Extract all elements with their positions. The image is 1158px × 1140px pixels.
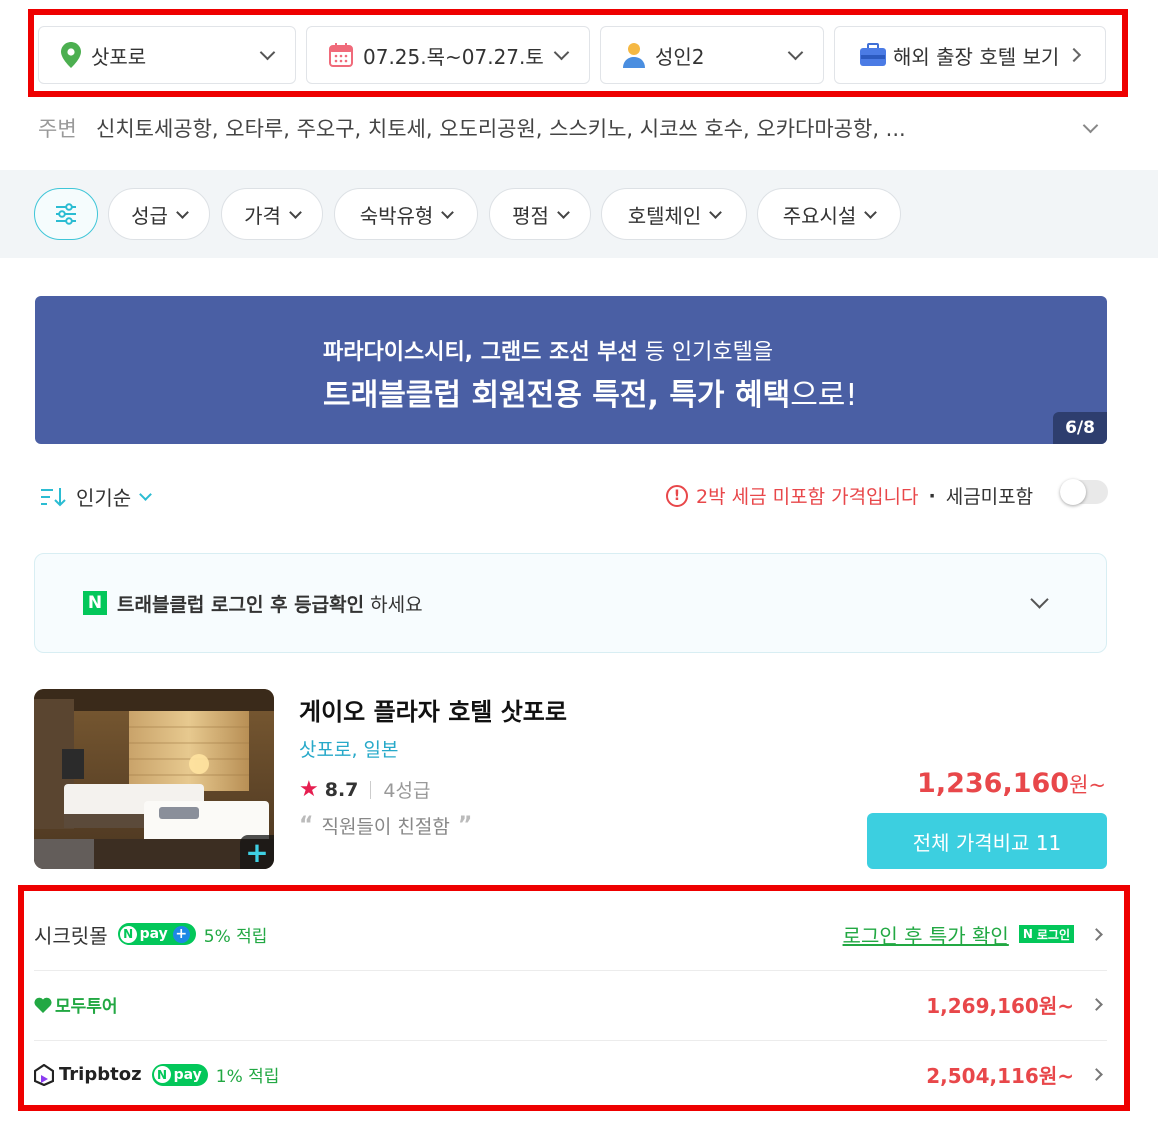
accrual-rate: 5% 적립 bbox=[203, 926, 268, 947]
chevron-down-icon bbox=[441, 205, 455, 219]
person-icon bbox=[623, 43, 645, 68]
login-grade-card[interactable]: N 트래블클럽 로그인 후 등급확인 하세요 bbox=[34, 553, 1107, 653]
chevron-down-icon bbox=[787, 44, 804, 60]
date-value: 07.25.목~07.27.토 bbox=[363, 44, 544, 69]
business-trip-button[interactable]: 해외 출장 호텔 보기 bbox=[834, 26, 1106, 84]
nearby-label: 주변 bbox=[38, 117, 77, 141]
filter-rating[interactable]: 평점 bbox=[489, 188, 591, 240]
filter-facilities[interactable]: 주요시설 bbox=[757, 188, 901, 240]
toggle-knob bbox=[1060, 479, 1086, 505]
modetour-logo: 모두투어 bbox=[34, 992, 118, 1017]
sort-dropdown[interactable]: 인기순 bbox=[40, 482, 158, 511]
filter-lodging-type[interactable]: 숙박유형 bbox=[334, 188, 478, 240]
hotel-price: 1,236,160원~ bbox=[917, 768, 1106, 799]
warning-icon: ! bbox=[666, 484, 688, 507]
divider bbox=[370, 780, 372, 799]
heart-icon bbox=[34, 997, 52, 1013]
tripbtoz-mark-icon bbox=[34, 1063, 54, 1086]
tax-toggle-label: 세금미포함 bbox=[945, 486, 1034, 508]
chevron-down-icon bbox=[709, 205, 723, 219]
naver-login-badge[interactable]: N 로그인 bbox=[1018, 925, 1074, 943]
hotel-name[interactable]: 게이오 플라자 호텔 삿포로 bbox=[299, 692, 567, 727]
guests-value: 성인2 bbox=[655, 44, 705, 69]
compare-prices-button[interactable]: 전체 가격비교 11 bbox=[867, 813, 1107, 869]
chevron-right-icon bbox=[1090, 998, 1103, 1011]
add-icon[interactable]: + bbox=[240, 835, 274, 869]
vendor-row-modetour[interactable]: 모두투어 1,269,160원~ bbox=[34, 970, 1107, 1038]
sliders-icon bbox=[56, 203, 76, 225]
filter-settings-button[interactable] bbox=[34, 188, 98, 240]
filter-grade[interactable]: 성급 bbox=[108, 188, 210, 240]
nearby-values: 신치토세공항, 오타루, 주오구, 치토세, 오도리공원, 스스키노, 시코쓰 … bbox=[96, 117, 906, 141]
sort-icon bbox=[41, 487, 66, 506]
hotel-photo[interactable]: + bbox=[34, 689, 274, 869]
chevron-right-icon bbox=[1090, 927, 1103, 941]
vendor-row-secretmall[interactable]: 시크릿몰 Npay + 5% 적립 로그인 후 특가 확인 N 로그인 bbox=[34, 900, 1107, 968]
tax-warning-text: 2박 세금 미포함 가격입니다 bbox=[696, 486, 919, 508]
chevron-down-icon bbox=[259, 44, 276, 60]
banner-pager: 6/8 bbox=[1053, 412, 1107, 444]
chevron-down-icon bbox=[176, 205, 189, 219]
banner-line1: 파라다이스시티, 그랜드 조선 부선 등 인기호텔을 bbox=[323, 340, 774, 365]
promo-banner[interactable]: 파라다이스시티, 그랜드 조선 부선 등 인기호텔을 트래블클럽 회원전용 특전… bbox=[35, 296, 1107, 444]
chevron-right-icon bbox=[1090, 1068, 1103, 1081]
hotel-location: 삿포로, 일본 bbox=[299, 739, 399, 761]
hotel-grade: 4성급 bbox=[383, 780, 431, 802]
filter-price[interactable]: 가격 bbox=[221, 188, 323, 240]
chevron-down-icon bbox=[1082, 117, 1099, 133]
rating-score: 8.7 bbox=[324, 778, 359, 801]
hotel-room-image bbox=[34, 689, 274, 869]
banner-line2: 트래블클럽 회원전용 특전, 특가 혜택으로! bbox=[323, 378, 858, 413]
chevron-right-icon bbox=[1066, 47, 1082, 63]
chevron-down-icon bbox=[289, 205, 302, 219]
naver-logo-icon: N bbox=[83, 591, 107, 615]
login-special-price-link[interactable]: 로그인 후 특가 확인 bbox=[843, 920, 1009, 949]
filter-bar: 성급 가격 숙박유형 평점 호텔체인 주요시설 bbox=[0, 170, 1158, 258]
npay-badge: Npay bbox=[151, 1063, 208, 1086]
vendor-price: 1,269,160원~ bbox=[926, 994, 1074, 1018]
hotel-rating: ★ 8.7 4성급 bbox=[299, 776, 430, 803]
tripbtoz-logo: Tripbtoz bbox=[34, 1063, 142, 1086]
location-select[interactable]: 삿포로 bbox=[38, 26, 296, 84]
date-select[interactable]: 07.25.목~07.27.토 bbox=[306, 26, 590, 84]
review-text: 직원들이 친절함 bbox=[321, 816, 450, 838]
calendar-icon bbox=[329, 43, 353, 67]
map-pin-icon bbox=[61, 42, 81, 68]
chevron-down-icon bbox=[553, 44, 570, 60]
location-value: 삿포로 bbox=[91, 44, 147, 69]
quote-close-icon: ” bbox=[457, 813, 473, 838]
tax-notice: ! 2박 세금 미포함 가격입니다 · 세금미포함 bbox=[666, 482, 1033, 509]
hotel-review: “ 직원들이 친절함 ” bbox=[299, 812, 472, 839]
chevron-down-icon bbox=[864, 205, 878, 219]
briefcase-icon bbox=[860, 43, 886, 66]
accrual-rate: 1% 적립 bbox=[215, 1067, 280, 1087]
business-trip-label: 해외 출장 호텔 보기 bbox=[893, 44, 1060, 69]
chevron-down-icon bbox=[139, 487, 153, 501]
login-grade-text: 트래블클럽 로그인 후 등급확인 하세요 bbox=[117, 593, 423, 616]
guests-select[interactable]: 성인2 bbox=[600, 26, 824, 84]
chevron-down-icon bbox=[557, 205, 570, 219]
vendor-name: 시크릿몰 bbox=[34, 923, 108, 948]
filter-hotel-chain[interactable]: 호텔체인 bbox=[601, 188, 747, 240]
tax-toggle[interactable] bbox=[1060, 479, 1108, 505]
npay-plus-badge: Npay + bbox=[117, 923, 196, 945]
vendor-price: 2,504,116원~ bbox=[926, 1064, 1074, 1088]
vendor-row-tripbtoz[interactable]: Tripbtoz Npay 1% 적립 2,504,116원~ bbox=[34, 1040, 1107, 1108]
sort-label: 인기순 bbox=[76, 486, 132, 510]
star-icon: ★ bbox=[299, 777, 319, 802]
quote-open-icon: “ bbox=[299, 813, 314, 838]
nearby-selector[interactable]: 주변 신치토세공항, 오타루, 주오구, 치토세, 오도리공원, 스스키노, 시… bbox=[38, 108, 1108, 148]
chevron-down-icon bbox=[1030, 589, 1049, 609]
